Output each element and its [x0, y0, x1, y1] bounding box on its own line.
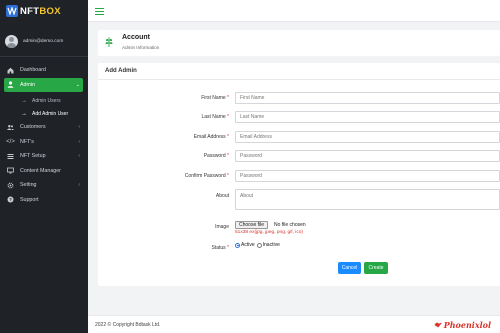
last-name-label: Last Name * — [201, 114, 229, 120]
brand-logo[interactable]: NFTBOX — [0, 0, 88, 22]
copyright-text: 2022 © Copyright Bdtask Ltd. — [95, 322, 161, 328]
sidebar-item-setting[interactable]: Setting ‹ — [0, 178, 88, 193]
image-label: Image — [215, 224, 229, 230]
confirm-password-label: Confirm Password * — [184, 173, 229, 179]
user-profile[interactable]: admin@demo.com — [0, 27, 88, 57]
chevron-down-icon: ⌄ — [75, 81, 80, 88]
user-icon — [7, 81, 14, 89]
sidebar-subitem-add-admin-user[interactable]: → Add Admin User — [0, 107, 88, 120]
sidebar-item-label: Admin — [20, 81, 36, 88]
sidebar-item-label: Support — [20, 196, 39, 203]
file-status: No file chosen — [274, 222, 306, 228]
sidebar-item-label: Content Manager — [20, 167, 61, 174]
phoenix-bird-icon — [434, 322, 442, 328]
code-icon: </> — [6, 138, 15, 145]
status-active-option[interactable]: Active — [235, 242, 255, 248]
sidebar-item-label: Dashboard — [20, 67, 46, 74]
first-name-label: First Name * — [201, 95, 229, 101]
page-subtitle: Admin Information — [122, 45, 160, 50]
last-name-input[interactable]: Last Name — [235, 111, 500, 123]
cancel-button[interactable]: Cancel — [338, 262, 361, 274]
sidebar-item-label: Setting — [20, 182, 37, 189]
sidebar-nav: Dashboard Admin ⌄ → Admin Users → Add Ad… — [0, 63, 88, 207]
first-name-input[interactable]: First Name — [235, 92, 500, 104]
page-title: Account — [122, 34, 150, 41]
monitor-icon — [7, 167, 14, 174]
password-input[interactable]: Password — [235, 150, 500, 162]
phoenix-logo[interactable]: Phoenixlol — [434, 320, 491, 330]
help-icon: ? — [7, 196, 14, 203]
sidebar-item-label: NFT's — [20, 138, 34, 145]
email-input[interactable]: Email Address — [235, 131, 500, 143]
form-title: Add Admin — [98, 63, 500, 80]
footer: 2022 © Copyright Bdtask Ltd. Phoenixlol — [88, 315, 500, 333]
sidebar-item-label: NFT Setup — [20, 153, 46, 160]
password-label: Password * — [203, 153, 229, 159]
avatar — [5, 35, 18, 48]
create-button[interactable]: Create — [364, 262, 388, 274]
leaf-icon — [105, 36, 113, 47]
arrow-right-icon: → — [21, 97, 27, 104]
brand-name: NFTBOX — [20, 5, 61, 17]
sidebar-subitem-label: Add Admin User — [32, 110, 69, 117]
sidebar-item-nft-setup[interactable]: NFT Setup ‹ — [0, 149, 88, 164]
radio-active[interactable] — [235, 242, 240, 248]
page-header: Account Admin Information — [98, 30, 500, 56]
status-inactive-option[interactable]: Inactive — [256, 242, 280, 248]
sidebar-item-customers[interactable]: Customers ‹ — [0, 120, 88, 135]
phoenix-logo-text: Phoenixlol — [443, 320, 491, 330]
about-label: About — [215, 193, 229, 199]
radio-inactive[interactable] — [256, 242, 262, 248]
sidebar-item-content-manager[interactable]: Content Manager — [0, 164, 88, 179]
email-label: Email Address * — [193, 134, 229, 140]
sidebar-subitem-label: Admin Users — [32, 97, 61, 104]
menu-toggle-icon[interactable] — [95, 8, 104, 15]
chevron-left-icon: ‹ — [78, 182, 80, 189]
image-hint: 51x38 ex(jpg, jpeg, png, gif, ico) — [235, 230, 303, 235]
sidebar-item-dashboard[interactable]: Dashboard — [0, 63, 88, 78]
chevron-left-icon: ‹ — [78, 153, 80, 160]
user-email: admin@demo.com — [23, 39, 64, 44]
choose-file-button[interactable]: Choose file — [235, 221, 269, 229]
nftbox-logo-icon — [6, 5, 18, 17]
list-icon — [7, 153, 14, 160]
sidebar-subitem-admin-users[interactable]: → Admin Users — [0, 94, 88, 107]
svg-text:?: ? — [9, 197, 12, 202]
sidebar-item-support[interactable]: ? Support — [0, 193, 88, 208]
sidebar-item-nfts[interactable]: </> NFT's ‹ — [0, 135, 88, 150]
sidebar: NFTBOX admin@demo.com Dashboard Admin ⌄ … — [0, 0, 88, 333]
chevron-left-icon: ‹ — [78, 124, 80, 131]
home-icon — [7, 67, 14, 74]
users-icon — [7, 124, 14, 131]
top-bar — [88, 0, 500, 22]
status-radio-group: Active Inactive — [235, 242, 282, 248]
sidebar-item-label: Customers — [20, 124, 46, 131]
status-label: Status * — [211, 245, 229, 251]
arrow-right-icon: → — [21, 110, 27, 117]
add-admin-form: Add Admin First Name * First Name Last N… — [98, 63, 500, 286]
gear-icon — [7, 182, 14, 189]
confirm-password-input[interactable]: Password — [235, 170, 500, 182]
about-textarea[interactable]: About — [235, 189, 500, 210]
chevron-left-icon: ‹ — [78, 138, 80, 145]
sidebar-item-admin[interactable]: Admin ⌄ — [4, 77, 83, 92]
